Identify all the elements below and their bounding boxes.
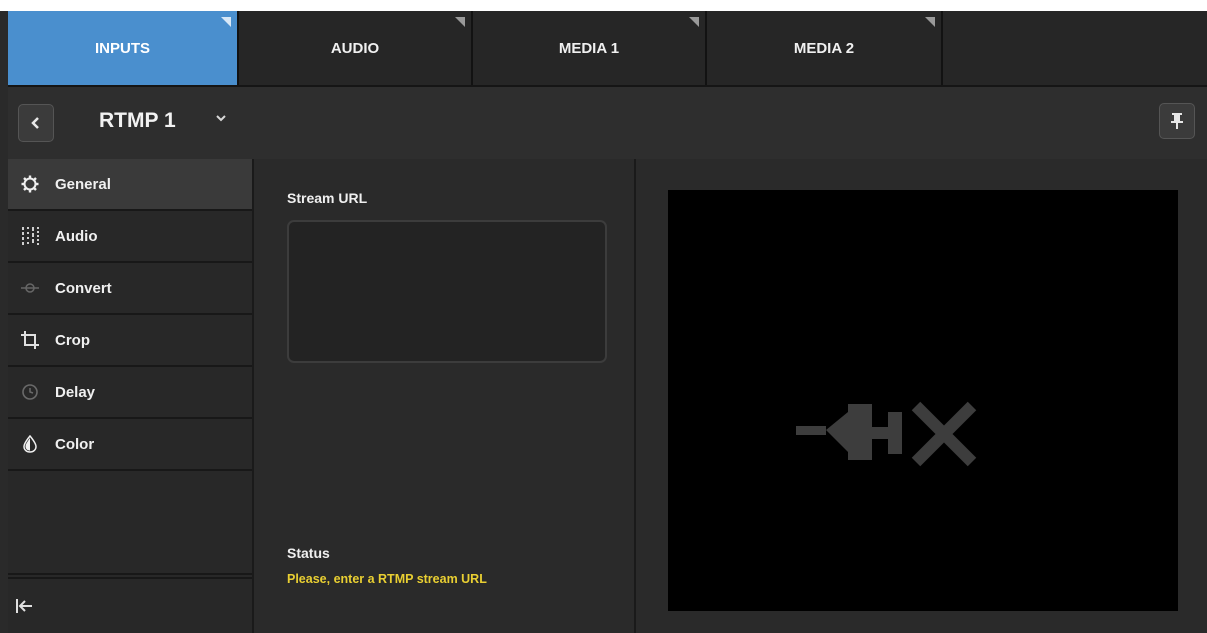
- sliders-icon: [17, 226, 43, 246]
- sidebar-item-label: Convert: [55, 279, 112, 297]
- input-header: RTMP 1: [8, 85, 1207, 159]
- tab-inputs[interactable]: INPUTS: [8, 11, 239, 85]
- sidebar-item-label: Delay: [55, 383, 96, 401]
- clock-icon: [17, 383, 43, 401]
- chevron-left-icon: [31, 117, 39, 129]
- disconnected-plug-icon: [796, 401, 977, 467]
- tab-corner-icon: [925, 17, 935, 27]
- stream-url-input[interactable]: [287, 220, 607, 363]
- tab-media-1[interactable]: MEDIA 1: [473, 11, 707, 85]
- sidebar: General Audio Convert Crop Delay Color: [8, 159, 254, 633]
- collapse-sidebar-button[interactable]: [8, 577, 252, 633]
- gear-icon: [17, 175, 43, 193]
- tab-label: AUDIO: [330, 39, 380, 57]
- sidebar-item-crop[interactable]: Crop: [8, 315, 252, 367]
- top-strip: [0, 0, 1207, 11]
- input-title[interactable]: RTMP 1: [99, 109, 176, 133]
- sidebar-item-convert[interactable]: Convert: [8, 263, 252, 315]
- sidebar-item-label: Color: [55, 435, 95, 453]
- drop-icon: [17, 435, 43, 453]
- settings-panel: Stream URL Status Please, enter a RTMP s…: [254, 159, 636, 633]
- convert-icon: [17, 280, 43, 296]
- status-label: Status: [287, 545, 330, 561]
- preview-panel: [636, 159, 1207, 633]
- sidebar-item-label: Audio: [55, 227, 98, 245]
- tab-label: INPUTS: [94, 39, 150, 57]
- tab-label: MEDIA 2: [793, 39, 855, 57]
- app-window: INPUTS AUDIO MEDIA 1 MEDIA 2 RTMP 1 Gene…: [0, 0, 1207, 633]
- collapse-left-icon: [16, 599, 32, 613]
- tab-corner-icon: [221, 17, 231, 27]
- tab-audio[interactable]: AUDIO: [239, 11, 473, 85]
- tab-label: MEDIA 1: [558, 39, 620, 57]
- crop-icon: [17, 330, 43, 350]
- chevron-down-icon[interactable]: [215, 110, 227, 128]
- stream-url-label: Stream URL: [287, 190, 368, 206]
- tab-corner-icon: [689, 17, 699, 27]
- tab-empty-slot: [943, 11, 1207, 85]
- pin-icon: [1171, 113, 1183, 129]
- sidebar-item-general[interactable]: General: [8, 159, 252, 211]
- sidebar-item-delay[interactable]: Delay: [8, 367, 252, 419]
- tab-corner-icon: [455, 17, 465, 27]
- sidebar-item-audio[interactable]: Audio: [8, 211, 252, 263]
- tab-bar: INPUTS AUDIO MEDIA 1 MEDIA 2: [8, 11, 1207, 85]
- sidebar-item-color[interactable]: Color: [8, 419, 252, 471]
- back-button[interactable]: [18, 104, 54, 142]
- tab-media-2[interactable]: MEDIA 2: [707, 11, 943, 85]
- sidebar-item-label: Crop: [55, 331, 90, 349]
- sidebar-spacer: [8, 471, 252, 575]
- pin-button[interactable]: [1159, 103, 1195, 139]
- preview-monitor: [668, 190, 1178, 611]
- status-message: Please, enter a RTMP stream URL: [287, 572, 487, 586]
- sidebar-item-label: General: [55, 175, 111, 193]
